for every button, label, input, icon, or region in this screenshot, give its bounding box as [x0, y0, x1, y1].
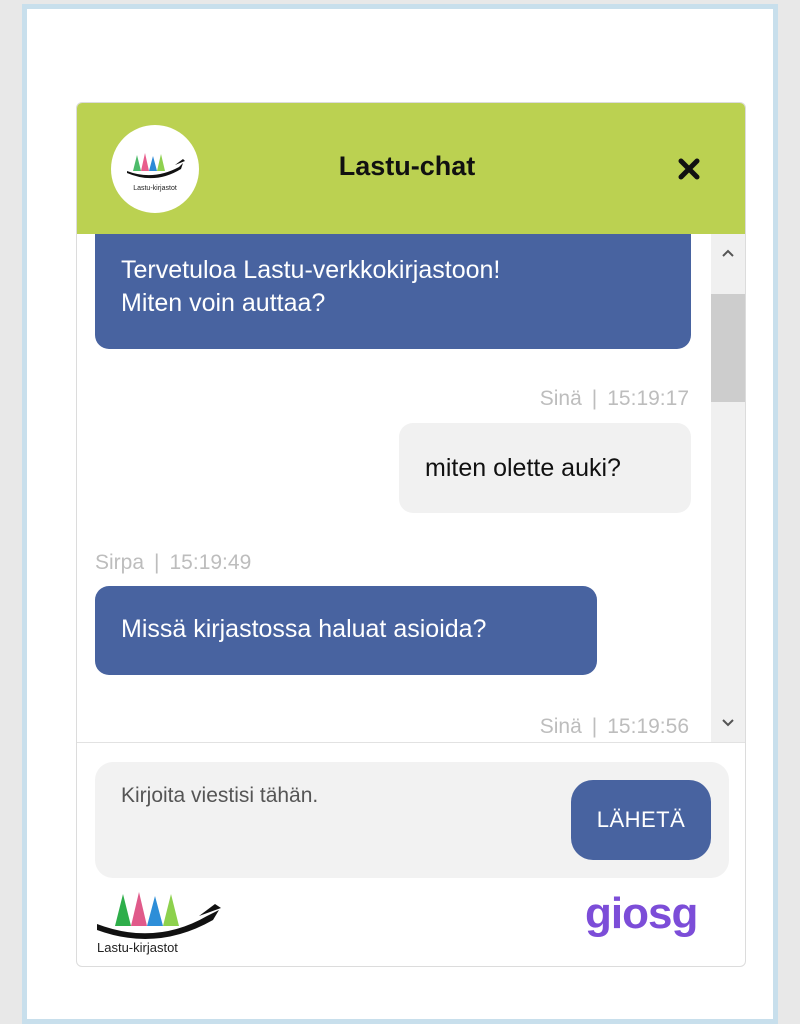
- close-button[interactable]: [669, 149, 709, 189]
- message-author: Sinä: [539, 387, 582, 410]
- logo-caption: Lastu-kirjastot: [133, 184, 177, 192]
- send-button[interactable]: LÄHETÄ: [571, 780, 711, 860]
- meta-separator: |: [154, 551, 160, 574]
- chat-header: Lastu-kirjastot Lastu-chat: [77, 103, 745, 234]
- meta-separator: |: [591, 387, 598, 410]
- giosg-logo[interactable]: giosg: [585, 889, 698, 939]
- scroll-down-button[interactable]: [711, 708, 745, 738]
- composer-divider: [77, 742, 745, 743]
- message-meta: Sinä | 15:19:17: [540, 387, 689, 411]
- chat-widget: Lastu-kirjastot Lastu-chat Tervetuloa La…: [76, 102, 746, 967]
- message-author: Sinä: [539, 715, 582, 738]
- boat-logo-icon: [127, 152, 185, 178]
- message-time: 15:19:17: [607, 387, 689, 410]
- message-time: 15:19:49: [169, 551, 252, 574]
- message-meta: Sirpa | 15:19:49: [95, 551, 251, 575]
- message-text: Miten voin auttaa?: [121, 289, 326, 317]
- footer-library-logo: Lastu-kirjastot: [95, 886, 235, 964]
- meta-separator: |: [591, 715, 598, 738]
- message-author: Sirpa: [95, 551, 145, 574]
- message-text: Missä kirjastossa haluat asioida?: [121, 615, 487, 643]
- message-text: Tervetuloa Lastu-verkkokirjastoon!: [121, 256, 501, 284]
- chevron-down-icon: [722, 719, 734, 727]
- agent-message: Missä kirjastossa haluat asioida?: [95, 586, 597, 675]
- scroll-up-button[interactable]: [711, 238, 745, 268]
- message-meta: Sinä | 15:19:56: [540, 715, 689, 739]
- message-input[interactable]: [121, 784, 561, 854]
- boat-logo-icon: [97, 892, 221, 939]
- message-text: miten olette auki?: [425, 454, 621, 482]
- message-composer: LÄHETÄ: [95, 762, 729, 878]
- library-logo: Lastu-kirjastot: [111, 125, 199, 213]
- message-scrollbar[interactable]: [711, 234, 745, 742]
- scroll-thumb[interactable]: [711, 294, 745, 402]
- close-icon: [678, 158, 700, 180]
- chat-title: Lastu-chat: [338, 151, 476, 181]
- chevron-up-icon: [722, 249, 734, 257]
- agent-message: Tervetuloa Lastu-verkkokirjastoon! Miten…: [95, 234, 691, 349]
- message-time: 15:19:56: [607, 715, 689, 738]
- user-message: miten olette auki?: [399, 423, 691, 513]
- message-list[interactable]: Tervetuloa Lastu-verkkokirjastoon! Miten…: [77, 234, 711, 742]
- footer-logo-caption: Lastu-kirjastot: [97, 940, 178, 955]
